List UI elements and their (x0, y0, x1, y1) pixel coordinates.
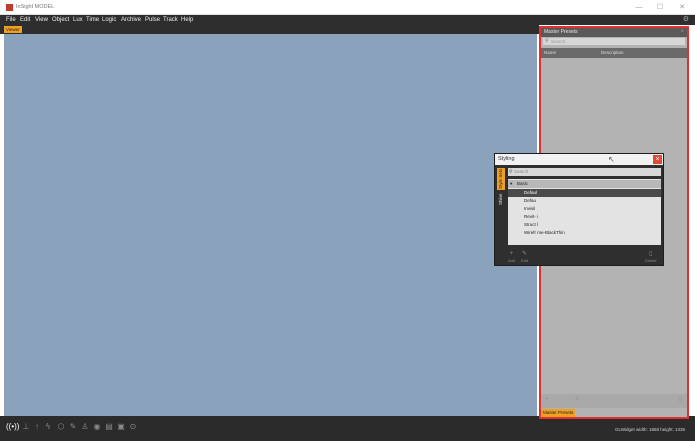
column-header-description[interactable]: Description (601, 50, 624, 56)
tree-item-label: Wirefr me-BlackThin (524, 230, 565, 235)
styling-dialog-titlebar[interactable]: Styling × (495, 154, 663, 165)
dialog-close-button[interactable]: × (653, 155, 662, 164)
delete-preset-button[interactable]: ▯ (679, 396, 682, 404)
expand-arrow-icon[interactable]: ▾ (510, 180, 512, 188)
menu-time[interactable]: Time (86, 16, 99, 24)
tree-item[interactable]: Struct l (508, 221, 661, 229)
menu-bar: File Edit View Object Lux Time Logic Arc… (0, 15, 695, 25)
menu-edit[interactable]: Edit (20, 16, 30, 24)
window-title: InSight MODEL (16, 4, 55, 10)
menu-help[interactable]: Help (181, 16, 193, 24)
menu-lux[interactable]: Lux (73, 16, 83, 24)
styling-dialog: Styling × Style Sets Shine ⚲ Search ▾ Ba… (494, 153, 664, 266)
person-icon[interactable]: ♙ (80, 422, 90, 432)
pencil-icon: ✎ (521, 251, 527, 257)
edit-style-button[interactable]: ✎ Edit (521, 251, 528, 263)
trash-icon: ▯ (649, 251, 653, 257)
delete-style-button[interactable]: ▯ Delete (645, 251, 657, 263)
cube-icon[interactable]: ⬡ (56, 422, 66, 432)
master-presets-header: Master Presets × (541, 28, 687, 37)
camera-icon[interactable]: ▣ (116, 422, 126, 432)
app-logo-icon (6, 4, 13, 11)
styling-dialog-title: Styling (498, 156, 515, 162)
settings-gear-icon[interactable]: ⚙ (683, 16, 689, 24)
edit-preset-button[interactable]: ✎ (575, 396, 580, 404)
tree-item[interactable]: Revit- i (508, 213, 661, 221)
add-style-button[interactable]: + Add (508, 251, 515, 263)
styling-search-input[interactable]: ⚲ Search (508, 168, 661, 176)
menu-logic[interactable]: Logic (102, 16, 116, 24)
viewer-tabstrip: Viewer (0, 25, 539, 34)
menu-track[interactable]: Track (163, 16, 178, 24)
pin-icon[interactable]: ⊥ (21, 422, 31, 432)
plus-icon: + (509, 251, 514, 257)
lightning-icon[interactable]: ϟ (43, 422, 53, 432)
tree-group-basic[interactable]: ▾ Basic (508, 180, 661, 188)
bottom-toolbar: ((•)) ⊥ ↑ ϟ ⬡ ✎ ♙ ◉ ▤ ▣ ⊙ GLWidget width… (0, 416, 695, 441)
tab-master-presets[interactable]: Master Presets (541, 409, 576, 417)
menu-view[interactable]: View (35, 16, 48, 24)
master-presets-column-headers: Name Description (541, 48, 687, 58)
tree-group-label: Basic (517, 181, 529, 186)
style-tree: ▾ Basic Defaul Defau Invisil Revit- i St… (508, 179, 661, 245)
delete-style-label: Delete (645, 258, 657, 263)
menu-object[interactable]: Object (52, 16, 69, 24)
eye-icon[interactable]: ◉ (92, 422, 102, 432)
tab-shine[interactable]: Shine (497, 192, 505, 206)
gl-widget-info: GLWidget width: 1868 height: 1335 (615, 427, 685, 432)
pencil-icon[interactable]: ✎ (68, 422, 78, 432)
close-button[interactable]: ✕ (675, 3, 689, 12)
tree-item[interactable]: Defau (508, 197, 661, 205)
maximize-button[interactable]: ☐ (653, 3, 667, 12)
tree-item-label: Struct l (524, 222, 539, 227)
menu-archive[interactable]: Archive (121, 16, 141, 24)
column-header-name[interactable]: Name (544, 50, 556, 56)
window-titlebar: InSight MODEL — ☐ ✕ (0, 0, 695, 15)
viewer-viewport[interactable] (4, 34, 537, 416)
broadcast-icon[interactable]: ((•)) (6, 422, 19, 432)
search-icon: ⚲ (545, 38, 549, 44)
search-icon: ⚲ (509, 169, 513, 175)
tree-item[interactable]: Defaul (508, 189, 661, 197)
tab-style-sets[interactable]: Style Sets (497, 168, 505, 190)
add-style-label: Add (508, 258, 516, 263)
settings-icon[interactable]: ⊙ (128, 422, 138, 432)
tab-viewer[interactable]: Viewer (4, 26, 22, 33)
mouse-cursor-icon: ↖ (608, 155, 615, 164)
tree-item-label: Invisil (524, 206, 536, 211)
add-preset-button[interactable]: + (545, 396, 549, 404)
move-icon[interactable]: ↑ (32, 422, 42, 432)
tree-item-label: Defau (524, 198, 537, 203)
tree-item[interactable]: Wirefr me-BlackThin (508, 229, 661, 237)
layers-icon[interactable]: ▤ (104, 422, 114, 432)
master-presets-search-input[interactable]: ⚲ Search (543, 38, 685, 45)
edit-style-label: Edit (521, 258, 528, 263)
master-presets-title: Master Presets (544, 29, 578, 35)
tree-item[interactable]: Invisil (508, 205, 661, 213)
tree-item-label: Revit- i (524, 214, 539, 219)
close-icon[interactable]: × (680, 28, 684, 37)
menu-file[interactable]: File (6, 16, 16, 24)
master-presets-footer: + ✎ ▯ (541, 394, 687, 408)
tree-item-label: Defaul (524, 190, 538, 195)
search-placeholder: Search (514, 169, 529, 174)
minimize-button[interactable]: — (632, 3, 646, 12)
menu-pulse[interactable]: Pulse (145, 16, 160, 24)
search-placeholder: Search (551, 39, 566, 44)
